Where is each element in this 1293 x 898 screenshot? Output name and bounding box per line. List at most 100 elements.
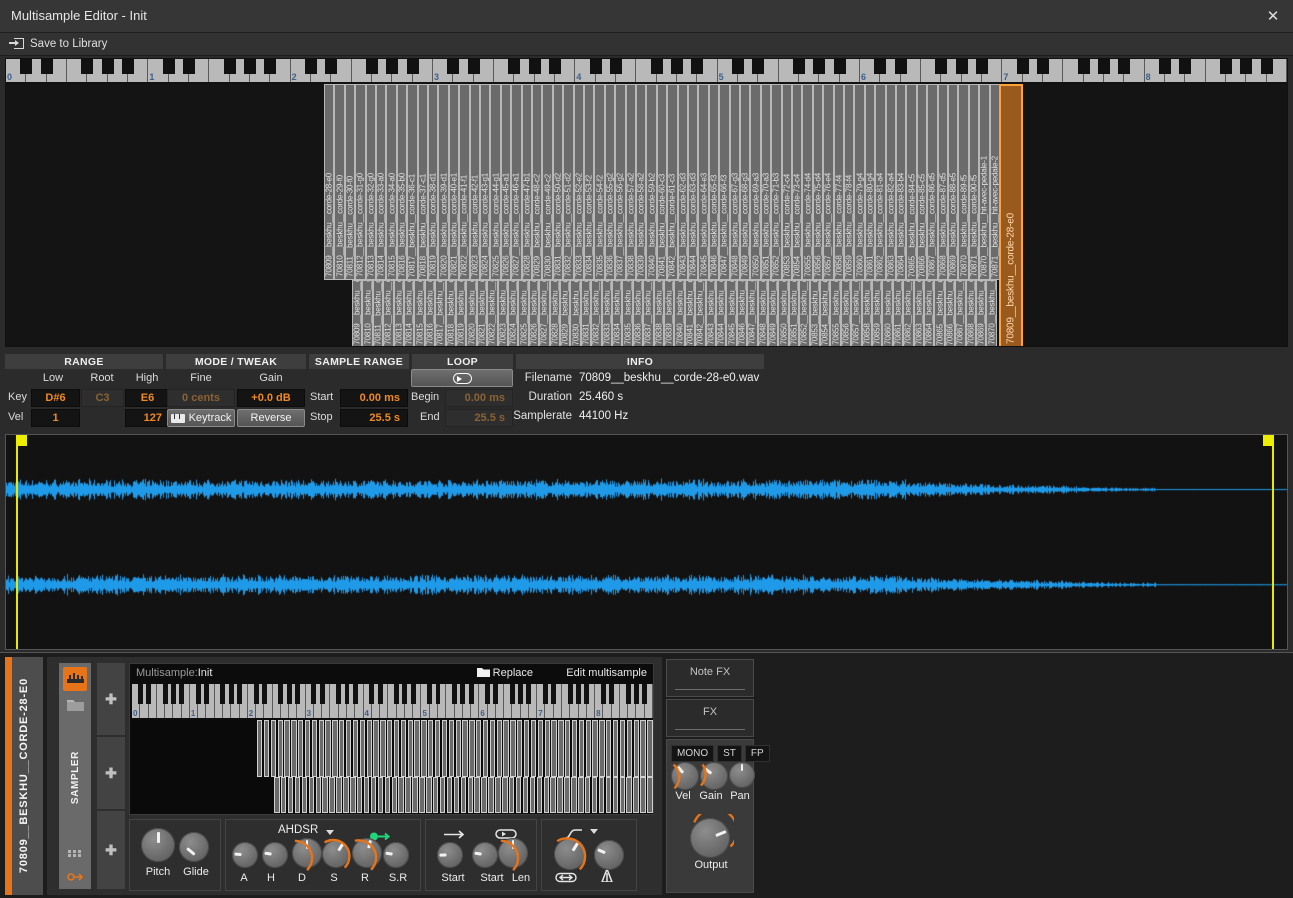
zone-rect[interactable]: 70819__beskhu__corde-38-d1 xyxy=(456,280,466,347)
multisample-keyboard[interactable]: 012345678 xyxy=(132,684,653,718)
piano-key-sharp[interactable] xyxy=(956,59,968,74)
loop-end-field[interactable]: 25.5 s xyxy=(445,409,513,427)
zone-bar[interactable] xyxy=(449,720,454,777)
zone-rect[interactable]: 70818__beskhu__corde-37-c1 xyxy=(418,84,428,280)
waveform-display[interactable] xyxy=(5,434,1288,650)
zone-rect[interactable]: 70813__beskhu__corde-32-g0 xyxy=(394,280,404,347)
piano-key-sharp[interactable] xyxy=(196,684,201,704)
zone-rect[interactable]: 70866__beskhu__corde-85-c5 xyxy=(917,84,927,280)
zone-bar[interactable] xyxy=(606,777,612,813)
knob[interactable] xyxy=(498,838,528,868)
zone-rect[interactable]: 70817__beskhu__corde-36-c1 xyxy=(407,84,417,280)
save-to-library-button[interactable]: Save to Library xyxy=(0,33,116,55)
zone-rect[interactable]: 70837__beskhu__corde-56-g2 xyxy=(615,84,625,280)
zone-bar[interactable] xyxy=(634,720,639,777)
piano-key-sharp[interactable] xyxy=(1078,59,1090,74)
piano-key-sharp[interactable] xyxy=(179,684,184,704)
zone-rect[interactable]: 70865__beskhu__corde-84-c5 xyxy=(934,280,944,347)
zone-rect[interactable]: 70836__beskhu__corde-55-g2 xyxy=(633,280,643,347)
piano-key-sharp[interactable] xyxy=(402,684,407,704)
zone-bar[interactable] xyxy=(316,777,322,813)
zone-rect[interactable]: 70828__beskhu__corde-47-b1 xyxy=(522,84,532,280)
fx-slot[interactable]: FX xyxy=(666,699,754,737)
zone-bar[interactable] xyxy=(626,777,632,813)
zone-rect[interactable]: 70832__beskhu__corde-51-d2 xyxy=(563,84,573,280)
zone-bar[interactable] xyxy=(488,777,494,813)
zone-rect[interactable]: 70860__beskhu__corde-79-g4 xyxy=(854,84,864,280)
piano-key-sharp[interactable] xyxy=(224,59,236,74)
zone-rect[interactable]: 70824__beskhu__corde-43-g1 xyxy=(480,84,490,280)
zone-rect[interactable]: 70850__beskhu__corde-69-a3 xyxy=(750,84,760,280)
zone-bar[interactable] xyxy=(481,777,487,813)
zone-rect[interactable]: 70846__beskhu__corde-65-f3 xyxy=(737,280,747,347)
zone-bar[interactable] xyxy=(302,777,308,813)
zone-rect[interactable]: 70853__beskhu__corde-72-c4 xyxy=(810,280,820,347)
key-high-field[interactable]: E6 xyxy=(125,389,170,407)
zone-bar[interactable] xyxy=(483,720,488,777)
zone-bar[interactable] xyxy=(433,777,439,813)
key-root-field[interactable]: C3 xyxy=(81,389,124,407)
zone-rect[interactable]: 70841__beskhu__corde-60-c3 xyxy=(685,280,695,347)
vel-high-field[interactable]: 127 xyxy=(125,409,170,427)
zone-rect[interactable]: 70855__beskhu__corde-74-d4 xyxy=(802,84,812,280)
zone-rect[interactable]: 70812__beskhu__corde-31-g0 xyxy=(383,280,393,347)
zone-bar[interactable] xyxy=(419,777,425,813)
piano-key-sharp[interactable] xyxy=(601,684,606,704)
zone-bar[interactable] xyxy=(490,720,495,777)
zone-bar[interactable] xyxy=(288,777,294,813)
piano-key-sharp[interactable] xyxy=(1159,59,1171,74)
piano-key-sharp[interactable] xyxy=(320,684,325,704)
zone-bar[interactable] xyxy=(412,777,418,813)
piano-key-sharp[interactable] xyxy=(278,684,283,704)
zone-rect[interactable]: 70845__beskhu__corde-64-e3 xyxy=(726,280,736,347)
zone-rect[interactable]: 70831__beskhu__corde-50-d2 xyxy=(553,84,563,280)
piano-key-sharp[interactable] xyxy=(752,59,764,74)
zone-bar[interactable] xyxy=(613,720,618,777)
piano-key-sharp[interactable] xyxy=(171,684,176,704)
zone-rect[interactable]: 70868__beskhu__corde-87-d5 xyxy=(966,280,976,347)
zone-rect[interactable]: 70871__beskhu__corde-90-f5 xyxy=(969,84,979,280)
piano-key-sharp[interactable] xyxy=(634,684,639,704)
piano-key-sharp[interactable] xyxy=(874,59,886,74)
zone-rect[interactable]: 70855__beskhu__corde-74-d4 xyxy=(830,280,840,347)
loop-toggle-button[interactable] xyxy=(411,369,513,387)
gain-field[interactable]: +0.0 dB xyxy=(237,389,305,407)
replace-button[interactable]: Replace xyxy=(477,667,533,679)
zone-bar[interactable] xyxy=(442,720,447,777)
zone-bar[interactable] xyxy=(640,720,645,777)
multisample-preview[interactable]: Multisample:Init Replace Edit multisampl… xyxy=(129,663,654,815)
zone-rect[interactable]: 70822__beskhu__corde-41-f1 xyxy=(487,280,497,347)
zone-rect[interactable]: 70816__beskhu__corde-35-b0 xyxy=(397,84,407,280)
zone-bar[interactable] xyxy=(295,777,301,813)
zone-rect[interactable]: 70856__beskhu__corde-75-d4 xyxy=(813,84,823,280)
zone-rect[interactable]: 70864__beskhu__corde-83-b4 xyxy=(924,280,934,347)
piano-key-sharp[interactable] xyxy=(386,59,398,74)
folder-icon[interactable] xyxy=(63,693,87,717)
zone-bar[interactable] xyxy=(401,720,406,777)
zone-bar[interactable] xyxy=(550,777,556,813)
zone-bar[interactable] xyxy=(447,777,453,813)
piano-key-sharp[interactable] xyxy=(609,684,614,704)
loop-end-marker[interactable] xyxy=(1272,435,1274,649)
zone-bar[interactable] xyxy=(373,720,378,777)
zone-bar[interactable] xyxy=(538,720,543,777)
zone-bar[interactable] xyxy=(545,720,550,777)
piano-key-sharp[interactable] xyxy=(590,59,602,74)
zone-rect[interactable]: 70839__beskhu__corde-58-a2 xyxy=(664,280,674,347)
zone-rect[interactable]: 70852__beskhu__corde-71-b3 xyxy=(799,280,809,347)
zone-rect[interactable]: 70834__beskhu__corde-53-f2 xyxy=(584,84,594,280)
piano-key-sharp[interactable] xyxy=(1261,59,1273,74)
zone-bar[interactable] xyxy=(435,720,440,777)
zone-bar[interactable] xyxy=(380,720,385,777)
zone-bar[interactable] xyxy=(346,720,351,777)
zone-rect[interactable]: 70859__beskhu__corde-78-f4 xyxy=(844,84,854,280)
chevron-down-icon[interactable] xyxy=(590,829,598,834)
piano-key-sharp[interactable] xyxy=(254,684,259,704)
zone-bar[interactable] xyxy=(537,777,543,813)
close-icon[interactable]: ✕ xyxy=(1253,0,1293,32)
piano-key-sharp[interactable] xyxy=(20,59,32,74)
zone-bar[interactable] xyxy=(510,720,515,777)
zone-bar[interactable] xyxy=(309,777,315,813)
zone-bar[interactable] xyxy=(343,777,349,813)
zone-rect[interactable]: 70858__beskhu__corde-77-f4 xyxy=(862,280,872,347)
